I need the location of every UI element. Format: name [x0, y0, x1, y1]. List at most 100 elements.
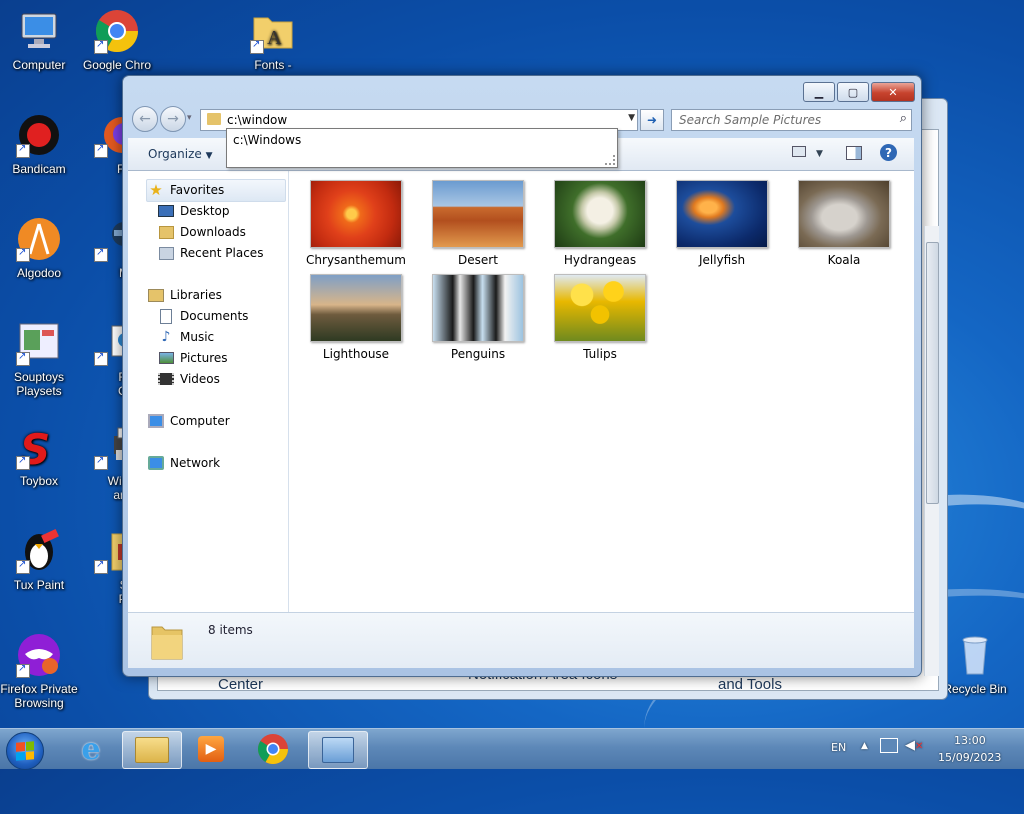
- organize-button[interactable]: Organize ▼: [148, 147, 213, 161]
- music-note-icon: ♪: [161, 329, 171, 345]
- folder-icon: [207, 113, 221, 125]
- desktop-icon-computer[interactable]: Computer: [0, 8, 78, 72]
- desktop-icon-firefox-private[interactable]: Firefox Private Browsing: [0, 632, 78, 710]
- search-input[interactable]: [679, 112, 879, 127]
- nav-item-desktop[interactable]: Desktop: [158, 201, 230, 221]
- nav-item-pictures[interactable]: Pictures: [158, 348, 228, 368]
- change-view-button[interactable]: [792, 146, 806, 161]
- nav-favorites[interactable]: ★ Favorites: [148, 180, 224, 200]
- jellyfish-thumbnail: [676, 180, 768, 248]
- network-icon: [148, 456, 164, 470]
- shortcut-arrow-icon: [16, 662, 30, 678]
- shortcut-arrow-icon: [94, 558, 108, 574]
- go-button[interactable]: ➜: [640, 109, 664, 131]
- volume-muted-icon[interactable]: ◀✕: [905, 738, 923, 753]
- help-button[interactable]: ?: [880, 144, 897, 161]
- desktop-icon-google-chrome[interactable]: Google Chro: [78, 8, 156, 72]
- autocomplete-option[interactable]: c:\Windows: [233, 133, 301, 147]
- file-item[interactable]: Desert: [423, 180, 533, 267]
- windows-logo-icon: [16, 741, 34, 761]
- network-icon[interactable]: [880, 738, 898, 753]
- nav-item-videos[interactable]: Videos: [158, 369, 220, 389]
- show-hidden-icons-button[interactable]: ▲: [861, 741, 868, 751]
- search-icon[interactable]: ⌕: [900, 111, 907, 126]
- shortcut-arrow-icon: [16, 454, 30, 470]
- nav-item-recent-places[interactable]: Recent Places: [158, 243, 263, 263]
- chrome-icon: [258, 734, 288, 765]
- clock-date[interactable]: 15/09/2023: [938, 751, 1001, 764]
- desktop-icon-fonts[interactable]: A Fonts -: [234, 8, 312, 72]
- file-item[interactable]: Chrysanthemum: [301, 180, 411, 267]
- maximize-button[interactable]: ▢: [837, 82, 869, 102]
- nav-libraries[interactable]: Libraries: [148, 285, 222, 305]
- file-item[interactable]: Lighthouse: [301, 274, 411, 361]
- address-autocomplete: c:\Windows: [226, 128, 618, 168]
- nav-label: Documents: [180, 309, 249, 323]
- taskbar-google-chrome[interactable]: [244, 731, 302, 767]
- desktop-icon-toybox[interactable]: S Toybox: [0, 424, 78, 488]
- nav-item-documents[interactable]: Documents: [158, 306, 248, 326]
- file-item[interactable]: Tulips: [545, 274, 655, 361]
- file-item[interactable]: Jellyfish: [667, 180, 777, 267]
- hydrangeas-thumbnail: [554, 180, 646, 248]
- taskbar-media-player[interactable]: ▶: [182, 731, 240, 767]
- resize-grip-icon[interactable]: [605, 155, 615, 165]
- shortcut-arrow-icon: [94, 38, 108, 54]
- shortcut-arrow-icon: [94, 246, 108, 262]
- desktop-icon-bandicam[interactable]: Bandicam: [0, 112, 78, 176]
- language-indicator[interactable]: EN: [831, 741, 846, 754]
- file-name: Koala: [827, 253, 861, 267]
- shortcut-arrow-icon: [250, 38, 264, 54]
- recent-pages-dropdown[interactable]: ▾: [187, 113, 192, 123]
- desktop-icon: [158, 204, 174, 218]
- file-item[interactable]: Hydrangeas: [545, 180, 655, 267]
- forward-button[interactable]: →: [160, 106, 186, 132]
- organize-label: Organize: [148, 147, 202, 161]
- shortcut-arrow-icon: [16, 558, 30, 574]
- nav-network[interactable]: Network: [148, 453, 220, 473]
- nav-item-music[interactable]: ♪ Music: [158, 327, 215, 347]
- help-icon: ?: [880, 144, 897, 161]
- clock-time[interactable]: 13:00: [954, 734, 986, 747]
- svg-text:A: A: [267, 27, 282, 49]
- search-box[interactable]: ⌕: [671, 109, 912, 131]
- desktop-icon-label: Bandicam: [12, 162, 66, 176]
- nav-computer[interactable]: Computer: [148, 411, 230, 431]
- nav-label: Recent Places: [180, 246, 264, 260]
- desktop-icon-label: Fonts -: [254, 58, 292, 72]
- preview-pane-button[interactable]: [846, 146, 862, 164]
- back-button[interactable]: ←: [132, 106, 158, 132]
- taskbar-control-panel[interactable]: [308, 731, 368, 769]
- media-player-icon: ▶: [198, 736, 224, 762]
- close-button[interactable]: ✕: [871, 82, 915, 102]
- file-name: Jellyfish: [698, 253, 746, 267]
- file-list: Chrysanthemum Desert Hydrangeas Jellyfis…: [289, 171, 914, 612]
- file-name: Lighthouse: [322, 347, 390, 361]
- taskbar-windows-explorer[interactable]: [122, 731, 182, 769]
- taskbar-internet-explorer[interactable]: e: [62, 731, 120, 767]
- nav-item-downloads[interactable]: Downloads: [158, 222, 246, 242]
- scrollbar[interactable]: [924, 226, 939, 676]
- desktop-icon-tux-paint[interactable]: Tux Paint: [0, 528, 78, 592]
- file-item[interactable]: Penguins: [423, 274, 533, 361]
- videos-filmstrip-icon: [158, 372, 174, 386]
- desktop-icon-label: Tux Paint: [13, 578, 65, 592]
- file-item[interactable]: Koala: [789, 180, 899, 267]
- nav-label: Libraries: [170, 288, 222, 302]
- file-name: Hydrangeas: [563, 253, 637, 267]
- desktop-icon-souptoys[interactable]: Souptoys Playsets: [0, 320, 78, 398]
- shortcut-arrow-icon: [94, 350, 108, 366]
- scrollbar-thumb[interactable]: [926, 242, 939, 504]
- more-options-dropdown[interactable]: ▼: [816, 149, 823, 159]
- file-name: Desert: [458, 253, 498, 267]
- desktop-icon-algodoo[interactable]: Algodoo: [0, 216, 78, 280]
- start-button[interactable]: [6, 732, 44, 770]
- background-window-text: and Tools: [718, 676, 782, 693]
- address-dropdown-icon[interactable]: ▼: [628, 113, 635, 123]
- internet-explorer-icon: e: [81, 731, 101, 767]
- minimize-button[interactable]: ▁: [803, 82, 835, 102]
- item-count: 8 items: [208, 623, 253, 637]
- address-input[interactable]: [227, 112, 607, 127]
- nav-label: Pictures: [180, 351, 228, 365]
- desktop-icon-label: Souptoys Playsets: [13, 370, 65, 398]
